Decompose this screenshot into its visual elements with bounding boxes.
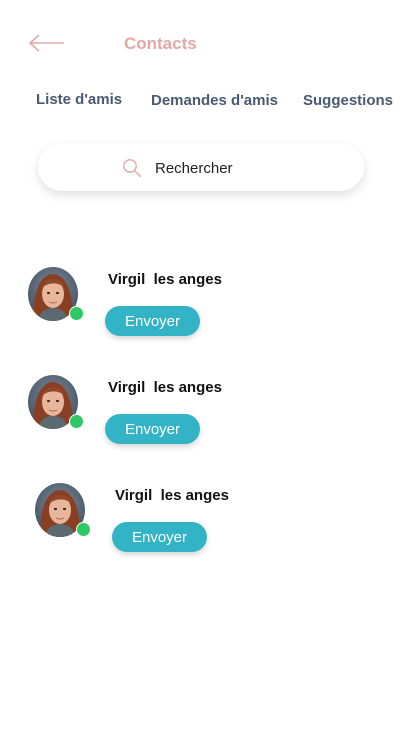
online-status-dot (69, 306, 84, 321)
online-status-dot (69, 414, 84, 429)
contact-name: Virgil les anges (108, 379, 222, 396)
send-request-button[interactable]: Envoyer (112, 522, 207, 552)
contact-name: Virgil les anges (108, 271, 222, 288)
tab-friends-list[interactable]: Liste d'amis (36, 91, 122, 108)
contact-item: Virgil les anges Envoyer (0, 478, 414, 558)
contact-name: Virgil les anges (115, 487, 229, 504)
send-request-button[interactable]: Envoyer (105, 414, 200, 444)
avatar[interactable] (28, 375, 84, 429)
online-status-dot (76, 522, 91, 537)
search-bar (38, 143, 364, 191)
search-icon (122, 158, 142, 178)
back-button[interactable] (28, 32, 66, 54)
contact-item: Virgil les anges Envoyer (0, 370, 414, 450)
page-title: Contacts (124, 34, 197, 53)
send-request-button[interactable]: Envoyer (105, 306, 200, 336)
search-input[interactable] (153, 157, 347, 179)
arrow-left-icon (28, 34, 64, 52)
contact-item: Virgil les anges Envoyer (0, 262, 414, 342)
tab-friend-requests[interactable]: Demandes d'amis (151, 92, 278, 109)
avatar[interactable] (35, 483, 91, 537)
tab-suggestions[interactable]: Suggestions (303, 92, 393, 109)
avatar[interactable] (28, 267, 84, 321)
